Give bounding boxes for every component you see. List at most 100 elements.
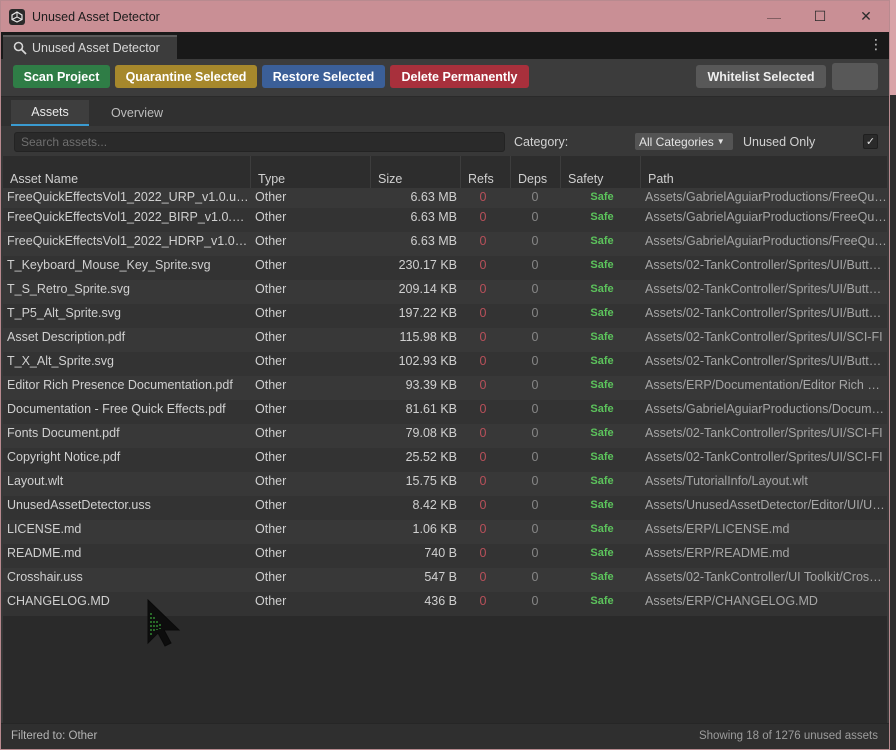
cell-path: Assets/ERP/CHANGELOG.MD [645,594,818,608]
table-row[interactable]: T_X_Alt_Sprite.svg Other 102.93 KB 0 0 Safe As… [3,352,887,376]
table-row[interactable]: Layout.wlt Other 15.75 KB 0 0 Safe Assets/Tuto… [3,472,887,496]
cell-safety: Safe [590,355,614,367]
cell-size: 102.93 KB [398,354,457,368]
table-row[interactable]: T_P5_Alt_Sprite.svg Other 197.22 KB 0 0 Safe A… [3,304,887,328]
search-input[interactable] [14,132,505,152]
category-dropdown-value: All Categories [639,134,714,149]
cell-name: FreeQuickEffectsVol1_2022_BIRP_v1.0.unit… [7,210,249,224]
close-button[interactable]: ✕ [843,1,889,32]
tab-overview[interactable]: Overview [99,100,175,126]
table-row[interactable]: Crosshair.uss Other 547 B 0 0 Safe Assets/02-T… [3,568,887,592]
cell-path: Assets/GabrielAguiarProductions/FreeQuic… [645,234,887,248]
cell-name: Copyright Notice.pdf [7,450,121,464]
category-dropdown[interactable]: All Categories ▼ [635,133,733,150]
cell-name: CHANGELOG.MD [7,594,110,608]
restore-selected-button[interactable]: Restore Selected [262,65,385,88]
cell-refs: 0 [479,258,487,272]
cell-size: 25.52 KB [405,450,457,464]
cell-type: Other [255,378,287,392]
table-row[interactable]: Copyright Notice.pdf Other 25.52 KB 0 0 Safe A… [3,448,887,472]
table-row[interactable]: T_S_Retro_Sprite.svg Other 209.14 KB 0 0 Safe… [3,280,887,304]
table-row[interactable]: Editor Rich Presence Documentation.pdf Ot… [3,376,887,400]
table-row[interactable]: FreeQuickEffectsVol1_2022_HDRP_v1.0.unit… [3,232,887,256]
cell-name: T_S_Retro_Sprite.svg [7,282,130,296]
table-body: FreeQuickEffectsVol1_2022_URP_v1.0.unity… [3,188,887,616]
table-row[interactable]: Fonts Document.pdf Other 79.08 KB 0 0 Safe Ass… [3,424,887,448]
cell-name: LICENSE.md [7,522,82,536]
cell-name: T_P5_Alt_Sprite.svg [7,306,121,320]
cell-type: Other [255,450,287,464]
cell-safety: Safe [590,547,614,559]
filter-row: Category: All Categories ▼ Unused Only ✓ [1,126,889,156]
column-header-size[interactable]: Size [371,156,461,188]
cell-safety: Safe [590,331,614,343]
table-row[interactable]: T_Keyboard_Mouse_Key_Sprite.svg Other 230.… [3,256,887,280]
cell-deps: 0 [531,306,539,320]
cell-refs: 0 [479,570,487,584]
cell-type: Other [255,522,287,536]
table-row[interactable]: CHANGELOG.MD Other 436 B 0 0 Safe Assets/ERP/C… [3,592,887,616]
cell-refs: 0 [479,378,487,392]
cell-refs: 0 [479,402,487,416]
table-row[interactable]: README.md Other 740 B 0 0 Safe Assets/ERP/READ… [3,544,887,568]
minimize-button[interactable]: — [751,1,797,32]
table-row[interactable]: LICENSE.md Other 1.06 KB 0 0 Safe Assets/ERP/L… [3,520,887,544]
cell-name: Editor Rich Presence Documentation.pdf [7,378,233,392]
scan-project-button[interactable]: Scan Project [13,65,110,88]
cell-type: Other [255,282,287,296]
cell-size: 230.17 KB [398,258,457,272]
maximize-button[interactable]: ☐ [797,1,843,32]
cell-refs: 0 [479,546,487,560]
column-header-deps[interactable]: Deps [511,156,561,188]
cell-refs: 0 [479,306,487,320]
assets-table: Asset Name Type Size Refs Deps Safety Pa… [3,156,887,723]
cell-type: Other [255,330,287,344]
delete-permanently-button[interactable]: Delete Permanently [390,65,529,88]
cell-safety: Safe [590,595,614,607]
table-row[interactable]: FreeQuickEffectsVol1_2022_URP_v1.0.unity… [3,188,887,208]
table-row[interactable]: UnusedAssetDetector.uss Other 8.42 KB 0 0 Saf… [3,496,887,520]
cell-name: UnusedAssetDetector.uss [7,498,151,512]
cell-name: Layout.wlt [7,474,64,488]
cell-safety: Safe [590,379,614,391]
editor-tab-unused-asset-detector[interactable]: Unused Asset Detector [3,35,177,59]
cell-deps: 0 [531,354,539,368]
column-header-asset-name[interactable]: Asset Name [3,156,251,188]
cell-deps: 0 [531,570,539,584]
cell-safety: Safe [590,403,614,415]
editor-window: Unused Asset Detector — ☐ ✕ Unused Asset… [0,0,890,750]
whitelist-selected-button[interactable]: Whitelist Selected [696,65,826,88]
cell-deps: 0 [531,210,539,224]
cell-deps: 0 [531,234,539,248]
cell-size: 79.08 KB [405,426,457,440]
more-options-icon[interactable]: ⋮ [869,37,883,51]
filter-status: Filtered to: Other [11,730,98,742]
editor-tab-strip: Unused Asset Detector [1,32,889,59]
cell-path: Assets/ERP/Documentation/Editor Rich Pre… [645,378,887,392]
column-header-type[interactable]: Type [251,156,371,188]
column-header-path[interactable]: Path [641,156,887,188]
cell-name: Crosshair.uss [7,570,83,584]
quarantine-selected-button[interactable]: Quarantine Selected [115,65,257,88]
unused-only-label: Unused Only [743,135,816,149]
table-row[interactable]: Documentation - Free Quick Effects.pdf Ot… [3,400,887,424]
blank-button[interactable] [832,63,878,90]
table-row[interactable]: Asset Description.pdf Other 115.98 KB 0 0 Saf… [3,328,887,352]
table-row[interactable]: FreeQuickEffectsVol1_2022_BIRP_v1.0.unit… [3,208,887,232]
cell-type: Other [255,234,287,248]
tab-assets[interactable]: Assets [11,100,89,126]
table-header: Asset Name Type Size Refs Deps Safety Pa… [3,156,887,188]
cell-size: 740 B [424,546,457,560]
column-header-safety[interactable]: Safety [561,156,641,188]
cell-safety: Safe [590,451,614,463]
cell-refs: 0 [479,426,487,440]
cell-safety: Safe [590,475,614,487]
category-label: Category: [514,135,569,149]
cell-type: Other [255,354,287,368]
cell-path: Assets/TutorialInfo/Layout.wlt [645,474,808,488]
unused-only-checkbox[interactable]: ✓ [863,134,878,149]
cell-safety: Safe [590,235,614,247]
cell-name: Asset Description.pdf [7,330,126,344]
cell-path: Assets/ERP/LICENSE.md [645,522,790,536]
column-header-refs[interactable]: Refs [461,156,511,188]
